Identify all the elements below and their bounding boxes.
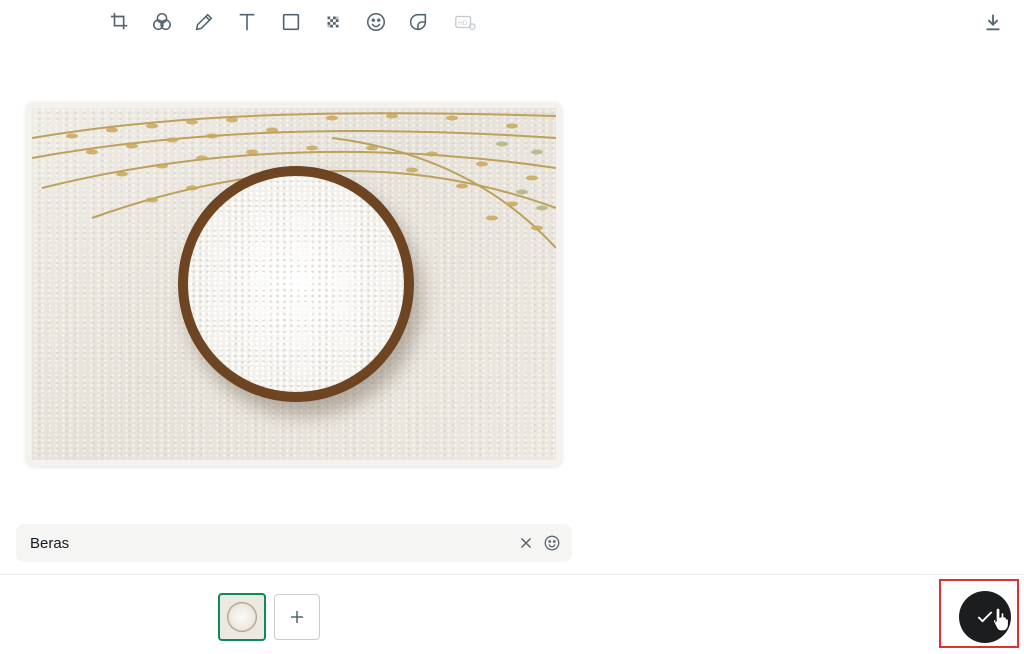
sticker-icon xyxy=(409,13,427,31)
blur-button[interactable] xyxy=(320,9,346,35)
image-preview xyxy=(26,102,562,466)
emoji-icon xyxy=(544,535,560,551)
hd-icon: HD xyxy=(455,15,476,30)
hand-cursor-icon xyxy=(992,607,1010,632)
svg-text:HD: HD xyxy=(458,20,468,27)
emoji-icon xyxy=(366,12,386,32)
hd-button[interactable]: HD xyxy=(452,9,478,35)
download-icon xyxy=(986,14,1000,31)
text-icon xyxy=(239,13,255,31)
caption-input[interactable] xyxy=(16,523,514,563)
plus-icon xyxy=(291,611,303,623)
rice-bowl xyxy=(178,166,414,402)
add-attachment-button[interactable] xyxy=(274,594,320,640)
rice-photo xyxy=(32,108,556,460)
emoji-button[interactable] xyxy=(363,9,389,35)
thumbnail-image xyxy=(227,602,257,632)
pencil-icon xyxy=(195,13,213,31)
caption-emoji-button[interactable] xyxy=(540,531,564,555)
shape-button[interactable] xyxy=(278,9,304,35)
filter-icon xyxy=(152,12,172,31)
download-button[interactable] xyxy=(980,9,1006,35)
rectangle-icon xyxy=(282,13,300,31)
footer-divider xyxy=(0,574,1024,575)
filter-button[interactable] xyxy=(149,9,175,35)
close-icon xyxy=(520,537,532,549)
crop-icon xyxy=(110,12,128,30)
attachment-thumbnail[interactable] xyxy=(218,593,266,641)
crop-button[interactable] xyxy=(107,9,133,35)
rice-in-bowl xyxy=(188,176,404,392)
caption-bar xyxy=(16,523,572,563)
clear-caption-button[interactable] xyxy=(514,531,538,555)
sticker-button[interactable] xyxy=(405,9,431,35)
blur-icon xyxy=(327,16,339,28)
text-button[interactable] xyxy=(234,9,260,35)
editor-toolbar: HD xyxy=(0,0,1024,46)
draw-button[interactable] xyxy=(191,9,217,35)
